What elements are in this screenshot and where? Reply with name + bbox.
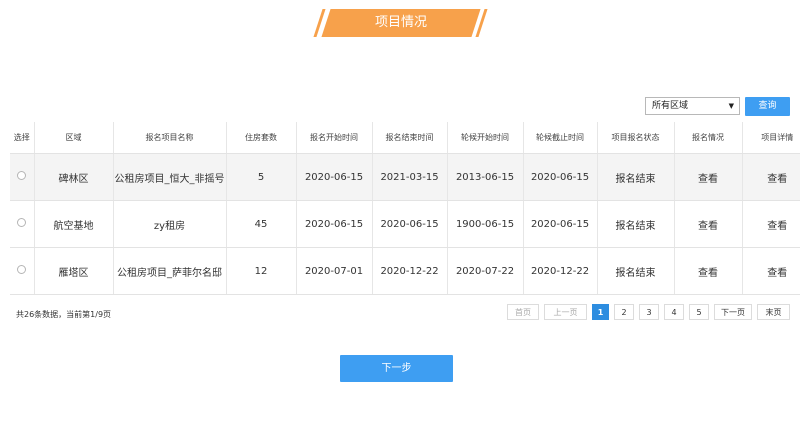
pager-page-1[interactable]: 1 — [592, 304, 609, 320]
col-header-reg-start: 报名开始时间 — [296, 122, 373, 154]
page-title-banner: 项目情况 — [313, 9, 488, 37]
col-header-region: 区域 — [34, 122, 114, 154]
pager-page-3[interactable]: 3 — [639, 304, 659, 320]
wait-start-cell: 2020-07-22 — [447, 247, 524, 295]
region-select-value: 所有区域 — [652, 101, 689, 111]
pagination-summary: 共26条数据，当前第1/9页 — [16, 310, 112, 319]
wait-end-cell: 2020-06-15 — [523, 153, 598, 201]
status-cell: 报名结束 — [597, 247, 675, 295]
reg-end-cell: 2020-12-22 — [372, 247, 448, 295]
region-cell: 航空基地 — [34, 200, 114, 248]
pager-prev-button[interactable]: 上一页 — [544, 304, 587, 320]
reg-start-cell: 2020-07-01 — [296, 247, 373, 295]
col-header-status: 项目报名状态 — [597, 122, 675, 154]
signup-view-link[interactable]: 查看 — [674, 200, 743, 248]
pager-page-2[interactable]: 2 — [614, 304, 634, 320]
reg-start-cell: 2020-06-15 — [296, 153, 373, 201]
col-header-units: 住房套数 — [226, 122, 297, 154]
wait-end-cell: 2020-06-15 — [523, 200, 598, 248]
table-row: 雁塔区 公租房项目_萨菲尔名邸 12 2020-07-01 2020-12-22… — [10, 247, 800, 295]
radio-icon[interactable] — [17, 265, 27, 274]
region-select[interactable]: 所有区域 ▼ — [645, 97, 740, 115]
pager-page-4[interactable]: 4 — [664, 304, 684, 320]
radio-icon[interactable] — [17, 218, 27, 227]
col-header-wait-end: 轮候截止时间 — [523, 122, 598, 154]
col-header-wait-start: 轮候开始时间 — [447, 122, 524, 154]
signup-view-link[interactable]: 查看 — [674, 247, 743, 295]
col-header-detail: 项目详情 — [742, 122, 800, 154]
region-cell: 碑林区 — [34, 153, 114, 201]
project-name-cell: 公租房项目_萨菲尔名邸 — [113, 247, 227, 295]
select-cell[interactable] — [10, 200, 35, 248]
detail-view-link[interactable]: 查看 — [742, 247, 800, 295]
table-row: 碑林区 公租房项目_恒大_非摇号 5 2020-06-15 2021-03-15… — [10, 153, 800, 201]
table-header-row: 选择 区域 报名项目名称 住房套数 报名开始时间 报名结束时间 轮候开始时间 轮… — [10, 122, 800, 154]
wait-start-cell: 2013-06-15 — [447, 153, 524, 201]
query-button[interactable]: 查询 — [745, 97, 790, 116]
detail-view-link[interactable]: 查看 — [742, 200, 800, 248]
page-title: 项目情况 — [374, 15, 427, 30]
next-step-button[interactable]: 下一步 — [340, 355, 453, 382]
status-cell: 报名结束 — [597, 153, 675, 201]
project-name-cell: 公租房项目_恒大_非摇号 — [113, 153, 227, 201]
wait-end-cell: 2020-12-22 — [523, 247, 598, 295]
units-cell: 12 — [226, 247, 297, 295]
detail-view-link[interactable]: 查看 — [742, 153, 800, 201]
project-table: 选择 区域 报名项目名称 住房套数 报名开始时间 报名结束时间 轮候开始时间 轮… — [10, 122, 800, 295]
wait-start-cell: 1900-06-15 — [447, 200, 524, 248]
col-header-select: 选择 — [10, 122, 35, 154]
reg-start-cell: 2020-06-15 — [296, 200, 373, 248]
select-cell[interactable] — [10, 247, 35, 295]
col-header-reg-end: 报名结束时间 — [372, 122, 448, 154]
select-cell[interactable] — [10, 153, 35, 201]
signup-view-link[interactable]: 查看 — [674, 153, 743, 201]
units-cell: 45 — [226, 200, 297, 248]
pager-first-button[interactable]: 首页 — [507, 304, 539, 320]
units-cell: 5 — [226, 153, 297, 201]
triangle-down-icon: ▼ — [728, 102, 734, 110]
pager-next-button[interactable]: 下一页 — [714, 304, 752, 320]
pager-page-5[interactable]: 5 — [689, 304, 709, 320]
status-cell: 报名结束 — [597, 200, 675, 248]
project-name-cell: zy租房 — [113, 200, 227, 248]
reg-end-cell: 2020-06-15 — [372, 200, 448, 248]
table-row: 航空基地 zy租房 45 2020-06-15 2020-06-15 1900-… — [10, 200, 800, 248]
radio-icon[interactable] — [17, 171, 27, 180]
pager-last-button[interactable]: 末页 — [757, 304, 790, 320]
col-header-project-name: 报名项目名称 — [113, 122, 227, 154]
reg-end-cell: 2021-03-15 — [372, 153, 448, 201]
region-cell: 雁塔区 — [34, 247, 114, 295]
col-header-signup: 报名情况 — [674, 122, 743, 154]
